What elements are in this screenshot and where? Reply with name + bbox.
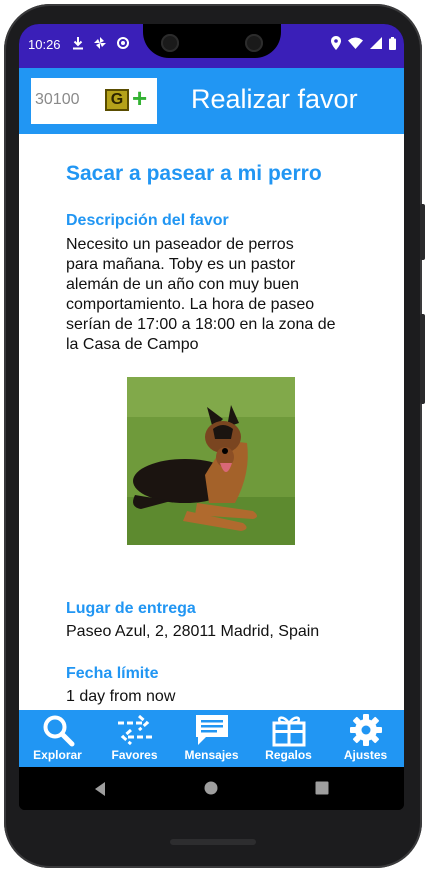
download-icon: [73, 37, 83, 50]
nav-favores[interactable]: Favores: [96, 710, 173, 767]
search-icon: [43, 715, 74, 747]
app-bar: 30100 G + Realizar favor: [19, 68, 404, 134]
deadline-label: Fecha límite: [66, 665, 159, 682]
status-time: 10:26: [28, 37, 61, 52]
back-icon[interactable]: [93, 781, 107, 797]
nav-label: Ajustes: [343, 748, 388, 762]
coin-balance-box[interactable]: 30100 G +: [31, 78, 157, 124]
camera-notch: [143, 24, 281, 58]
description-line: serían de 17:00 a 18:00 en la zona de: [66, 316, 336, 333]
description-label: Descripción del favor: [66, 212, 229, 229]
signal-icon: [370, 37, 382, 49]
home-icon[interactable]: [204, 781, 218, 795]
speaker-grille: [170, 839, 256, 845]
location-icon: [331, 36, 341, 50]
gift-icon: [272, 716, 305, 747]
nav-explorar[interactable]: Explorar: [19, 710, 96, 767]
description-line: Necesito un paseador de perros: [66, 236, 294, 253]
nav-label: Explorar: [33, 748, 82, 762]
status-bar: 10:26: [19, 24, 404, 68]
swap-arrows-icon: [117, 714, 152, 746]
deadline-value: 1 day from now: [66, 688, 176, 705]
pinwheel-icon: [94, 37, 106, 49]
add-coins-button[interactable]: +: [132, 83, 147, 114]
nav-mensajes[interactable]: Mensajes: [173, 710, 250, 767]
page-title: Realizar favor: [191, 84, 358, 114]
sync-icon: [117, 37, 129, 49]
nav-label: Favores: [111, 748, 158, 762]
nav-label: Mensajes: [184, 748, 239, 762]
volume-button: [420, 314, 425, 404]
screen: 10:26 30100 G + Realizar favor Sacar a p…: [19, 24, 404, 810]
front-camera-right: [245, 34, 263, 52]
recents-icon[interactable]: [315, 781, 329, 795]
description-text: Necesito un paseador de perros para maña…: [66, 235, 356, 355]
dog-photo: [127, 377, 295, 545]
wifi-icon: [348, 37, 363, 49]
battery-icon: [389, 36, 396, 50]
nav-ajustes[interactable]: Ajustes: [327, 710, 404, 767]
nav-label: Regalos: [265, 748, 312, 762]
description-line: alemán de un año con muy buen: [66, 276, 300, 293]
coin-icon: G: [105, 89, 129, 111]
coin-balance: 30100: [35, 91, 80, 108]
description-line: la Casa de Campo: [66, 336, 199, 353]
favor-detail[interactable]: Sacar a pasear a mi perro Descripción de…: [19, 134, 404, 710]
favor-title: Sacar a pasear a mi perro: [66, 162, 322, 185]
location-value: Paseo Azul, 2, 28011 Madrid, Spain: [66, 623, 320, 640]
gear-icon: [349, 714, 382, 746]
message-icon: [195, 715, 228, 745]
system-navigation-bar: [19, 767, 404, 810]
description-line: comportamiento. La hora de paseo: [66, 296, 315, 313]
bottom-nav: Explorar Favores Mensajes Regalos Ajuste…: [19, 710, 404, 767]
front-camera-left: [161, 34, 179, 52]
power-button: [420, 204, 425, 260]
nav-regalos[interactable]: Regalos: [250, 710, 327, 767]
description-line: para mañana. Toby es un pastor: [66, 256, 296, 273]
location-label: Lugar de entrega: [66, 600, 196, 617]
